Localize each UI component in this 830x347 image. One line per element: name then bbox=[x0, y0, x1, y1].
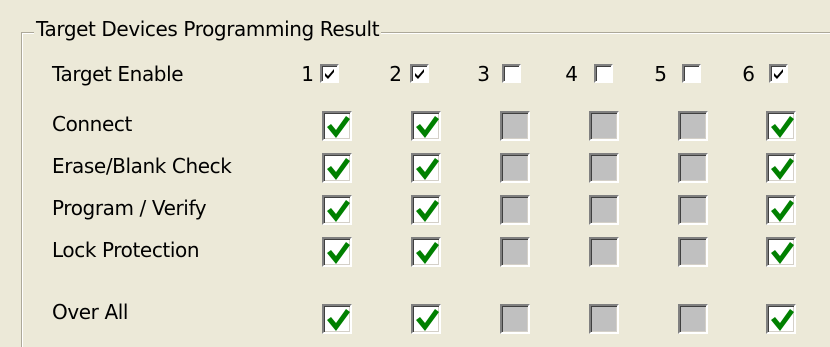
target-enable-checkbox-3[interactable] bbox=[502, 64, 521, 83]
green-check-icon bbox=[771, 309, 794, 331]
result-lock-protection-target-4 bbox=[589, 237, 619, 267]
result-erase-blank-check-target-4 bbox=[589, 153, 619, 183]
group-title: Target Devices Programming Result bbox=[34, 16, 382, 42]
result-over-all-target-1 bbox=[322, 304, 352, 334]
green-check-icon bbox=[327, 309, 350, 331]
result-lock-protection-target-6 bbox=[766, 237, 796, 267]
result-over-all-target-4 bbox=[589, 304, 619, 334]
result-over-all-target-5 bbox=[678, 304, 708, 334]
green-check-icon bbox=[771, 242, 794, 264]
result-program-verify-target-2 bbox=[411, 195, 441, 225]
result-over-all-target-3 bbox=[500, 304, 530, 334]
programming-result-panel: Target Devices Programming Result Target… bbox=[0, 0, 830, 347]
target-number-5: 5 bbox=[654, 62, 667, 86]
green-check-icon bbox=[327, 116, 350, 138]
row-label-lock-protection: Lock Protection bbox=[52, 238, 200, 262]
result-program-verify-target-5 bbox=[678, 195, 708, 225]
checkmark-icon bbox=[774, 69, 783, 79]
row-label-over-all: Over All bbox=[52, 300, 129, 324]
result-erase-blank-check-target-2 bbox=[411, 153, 441, 183]
result-connect-target-1 bbox=[322, 111, 352, 141]
row-label-connect: Connect bbox=[52, 112, 132, 136]
result-connect-target-3 bbox=[500, 111, 530, 141]
result-erase-blank-check-target-6 bbox=[766, 153, 796, 183]
target-enable-checkbox-4[interactable] bbox=[594, 64, 613, 83]
green-check-icon bbox=[416, 309, 439, 331]
green-check-icon bbox=[327, 200, 350, 222]
green-check-icon bbox=[771, 158, 794, 180]
green-check-icon bbox=[327, 158, 350, 180]
result-connect-target-6 bbox=[766, 111, 796, 141]
green-check-icon bbox=[416, 200, 439, 222]
result-lock-protection-target-3 bbox=[500, 237, 530, 267]
target-number-2: 2 bbox=[389, 62, 402, 86]
checkmark-icon bbox=[415, 69, 424, 79]
target-number-3: 3 bbox=[477, 62, 490, 86]
green-check-icon bbox=[416, 242, 439, 264]
result-erase-blank-check-target-3 bbox=[500, 153, 530, 183]
result-lock-protection-target-2 bbox=[411, 237, 441, 267]
target-enable-checkbox-2[interactable] bbox=[410, 64, 429, 83]
target-number-1: 1 bbox=[301, 62, 314, 86]
green-check-icon bbox=[327, 242, 350, 264]
target-enable-checkbox-5[interactable] bbox=[682, 64, 701, 83]
result-connect-target-2 bbox=[411, 111, 441, 141]
green-check-icon bbox=[771, 116, 794, 138]
target-enable-checkbox-6[interactable] bbox=[769, 64, 788, 83]
target-number-4: 4 bbox=[565, 62, 578, 86]
result-program-verify-target-6 bbox=[766, 195, 796, 225]
green-check-icon bbox=[416, 158, 439, 180]
result-program-verify-target-1 bbox=[322, 195, 352, 225]
green-check-icon bbox=[416, 116, 439, 138]
row-label-erase-blank-check: Erase/Blank Check bbox=[52, 154, 232, 178]
result-over-all-target-6 bbox=[766, 304, 796, 334]
result-erase-blank-check-target-1 bbox=[322, 153, 352, 183]
result-lock-protection-target-5 bbox=[678, 237, 708, 267]
result-lock-protection-target-1 bbox=[322, 237, 352, 267]
target-number-6: 6 bbox=[742, 62, 755, 86]
result-program-verify-target-4 bbox=[589, 195, 619, 225]
result-over-all-target-2 bbox=[411, 304, 441, 334]
row-label-program-verify: Program / Verify bbox=[52, 196, 207, 220]
green-check-icon bbox=[771, 200, 794, 222]
result-connect-target-4 bbox=[589, 111, 619, 141]
result-erase-blank-check-target-5 bbox=[678, 153, 708, 183]
result-connect-target-5 bbox=[678, 111, 708, 141]
result-program-verify-target-3 bbox=[500, 195, 530, 225]
checkmark-icon bbox=[325, 69, 334, 79]
row-label-target-enable: Target Enable bbox=[52, 62, 184, 86]
target-enable-checkbox-1[interactable] bbox=[320, 64, 339, 83]
